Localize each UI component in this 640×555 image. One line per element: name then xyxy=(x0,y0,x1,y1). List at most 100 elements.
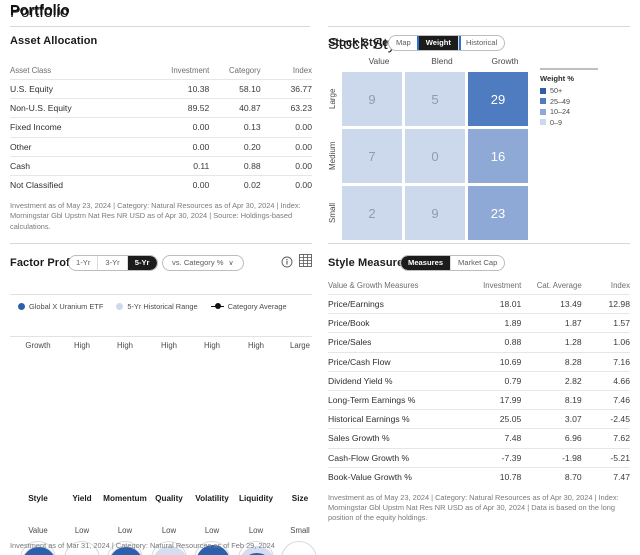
cell-cat-average: 1.28 xyxy=(521,332,582,353)
legend-swatch-50plus xyxy=(540,87,546,94)
style-measures-tabs[interactable]: Measures Market Cap xyxy=(400,254,506,272)
tab-5yr[interactable]: 5-Yr xyxy=(127,255,157,270)
tab-weight[interactable]: Weight xyxy=(418,35,459,50)
stock-style-heading: Stock Style xyxy=(328,37,389,49)
cell-category: 58.10 xyxy=(209,78,261,99)
cell-index: 12.98 xyxy=(581,293,630,314)
cell-cat-average: 3.07 xyxy=(521,409,582,429)
col-index: Index xyxy=(610,281,630,290)
cell-index: 0.00 xyxy=(260,174,312,195)
table-row: Other 0.00 0.20 0.00 xyxy=(10,136,312,157)
table-row: U.S. Equity 10.38 58.10 36.77 xyxy=(10,78,312,99)
info-circle-icon[interactable] xyxy=(281,255,293,273)
table-row: Book-Value Growth % 10.78 8.70 7.47 xyxy=(328,466,630,486)
cell-index: 7.46 xyxy=(581,389,630,410)
cell-cat-average: 8.19 xyxy=(521,389,582,410)
tab-3yr[interactable]: 3-Yr xyxy=(98,255,128,270)
table-row: Price/Book 1.89 1.87 1.57 xyxy=(328,313,630,333)
tab-1yr[interactable]: 1-Yr xyxy=(69,255,99,270)
factor-bottom-labels: Value Low Low Low Low Low Small xyxy=(10,526,312,538)
table-header-row: Asset Class Investment Category Index xyxy=(10,63,312,80)
legend-label-average: Category Average xyxy=(227,302,287,311)
col-value-growth: Value & Growth Measures xyxy=(328,281,419,290)
style-cell-medium-value[interactable]: 7 xyxy=(342,129,402,183)
table-grid-icon[interactable] xyxy=(299,254,312,272)
row-label: Price/Book xyxy=(328,313,467,333)
factor-legend-top-rule xyxy=(10,294,312,295)
cell-investment: 0.00 xyxy=(154,117,210,138)
table-row: Dividend Yield % 0.79 2.82 4.66 xyxy=(328,370,630,391)
style-cell-small-value[interactable]: 2 xyxy=(342,186,402,240)
legend-label: 50+ xyxy=(550,86,563,95)
tab-map[interactable]: Map xyxy=(389,35,419,50)
tab-market-cap[interactable]: Market Cap xyxy=(451,256,504,270)
style-cell-medium-growth[interactable]: 16 xyxy=(468,129,528,183)
legend-swatch-10-24 xyxy=(540,108,546,115)
portfolio-page: Portfolio Portfolio Asset Allocation Ass… xyxy=(0,0,640,555)
legend-item-fund: Global X Uranium ETF xyxy=(18,302,103,311)
legend-dot-range xyxy=(116,303,124,310)
style-row-small: Small xyxy=(328,203,337,224)
cell-investment: 0.11 xyxy=(154,155,210,176)
factor-name-size: Size xyxy=(291,494,309,503)
cell-index: 1.57 xyxy=(581,313,630,333)
legend-marker-average-icon xyxy=(210,303,224,310)
col-index: Index xyxy=(292,66,312,75)
factor-profile-divider xyxy=(10,243,312,244)
cell-index: 63.23 xyxy=(260,98,312,118)
row-label: Historical Earnings % xyxy=(328,409,467,429)
legend-title: Weight % xyxy=(540,74,575,83)
table-row: Price/Cash Flow 10.69 8.28 7.16 xyxy=(328,351,630,372)
factor-period-tabs[interactable]: 1-Yr 3-Yr 5-Yr xyxy=(68,254,158,272)
legend-item: 25–49 xyxy=(540,97,598,106)
style-row-large: Large xyxy=(328,88,337,110)
style-measures-footnote: Investment as of May 23, 2024 | Category… xyxy=(328,492,619,523)
asset-allocation-table: Asset Class Investment Category Index U.… xyxy=(10,63,312,195)
style-cell-large-value[interactable]: 9 xyxy=(342,72,402,126)
cell-category: 0.13 xyxy=(209,117,261,138)
cell-index: 7.16 xyxy=(581,351,630,372)
style-cell-small-growth[interactable]: 23 xyxy=(468,186,528,240)
table-row: Price/Earnings 18.01 13.49 12.98 xyxy=(328,293,630,314)
row-label: Long-Term Earnings % xyxy=(328,389,467,410)
cell-investment: 25.05 xyxy=(466,409,522,429)
legend-item-average: Category Average xyxy=(210,302,287,311)
style-cell-medium-blend[interactable]: 0 xyxy=(405,129,465,183)
table-row: Historical Earnings % 25.05 3.07 -2.45 xyxy=(328,409,630,429)
legend-item: 0–9 xyxy=(540,118,598,127)
style-cell-large-blend[interactable]: 5 xyxy=(405,72,465,126)
row-label: Cash-Flow Growth % xyxy=(328,447,467,468)
cell-category: 0.20 xyxy=(209,136,261,157)
stock-style-tabs[interactable]: Map Weight Historical xyxy=(388,34,506,52)
cell-index: 7.62 xyxy=(581,428,630,448)
legend-label: 10–24 xyxy=(550,107,570,116)
factor-top-size: Large xyxy=(290,341,310,350)
style-row-medium: Medium xyxy=(328,141,337,171)
legend-item: 10–24 xyxy=(540,107,598,116)
asset-allocation-section: Asset Allocation Asset Class Investment … xyxy=(10,35,312,232)
style-cell-large-growth[interactable]: 29 xyxy=(468,72,528,126)
legend-item: 50+ xyxy=(540,86,598,95)
cell-index: 36.77 xyxy=(260,78,312,99)
table-row: Not Classified 0.00 0.02 0.00 xyxy=(10,174,312,195)
cell-investment: 89.52 xyxy=(154,98,210,118)
style-col-blend: Blend xyxy=(431,56,453,66)
table-row: Sales Growth % 7.48 6.96 7.62 xyxy=(328,428,630,448)
cell-investment: 0.79 xyxy=(466,370,522,391)
table-row: Cash-Flow Growth % -7.39 -1.98 -5.21 xyxy=(328,447,630,468)
tab-historical[interactable]: Historical xyxy=(459,36,504,50)
row-label: Non-U.S. Equity xyxy=(10,98,155,118)
cell-index: 1.06 xyxy=(581,332,630,353)
legend-dot-fund xyxy=(18,303,25,310)
cell-cat-average: -1.98 xyxy=(521,447,582,468)
cell-investment: 7.48 xyxy=(466,428,522,448)
table-row: Fixed Income 0.00 0.13 0.00 xyxy=(10,117,312,138)
row-label: Cash xyxy=(10,155,155,176)
cell-investment: 0.88 xyxy=(466,332,522,353)
cell-investment: 0.00 xyxy=(154,136,210,157)
tab-measures[interactable]: Measures xyxy=(401,255,452,270)
cell-investment: 17.99 xyxy=(466,389,522,410)
style-cell-small-blend[interactable]: 9 xyxy=(405,186,465,240)
legend-label-range: 5-Yr Historical Range xyxy=(127,302,198,311)
factor-compare-select[interactable]: vs. Category % ∨ xyxy=(162,254,244,272)
